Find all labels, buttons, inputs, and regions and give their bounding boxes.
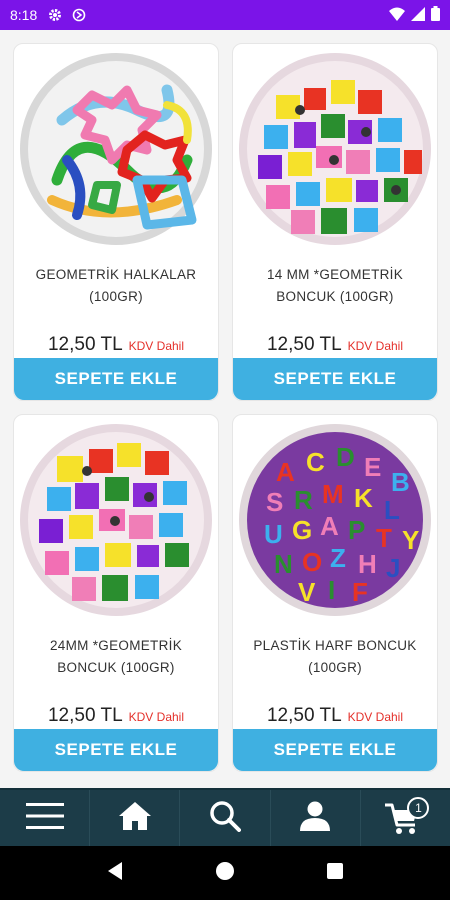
product-image-beads[interactable] bbox=[17, 421, 215, 619]
product-price: 12,50 TL bbox=[266, 334, 342, 355]
svg-text:C: C bbox=[306, 447, 325, 477]
account-icon[interactable] bbox=[299, 800, 331, 837]
product-image-beads[interactable] bbox=[236, 50, 434, 248]
svg-text:L: L bbox=[384, 495, 400, 525]
product-name[interactable]: 14 MM *GEOMETRİK BONCUK (100GR) bbox=[239, 264, 431, 312]
nav-menu[interactable] bbox=[0, 790, 91, 846]
signal-icon bbox=[411, 6, 425, 24]
product-name[interactable]: 24MM *GEOMETRİK BONCUK (100GR) bbox=[20, 635, 212, 683]
battery-icon bbox=[431, 6, 440, 24]
svg-text:J: J bbox=[386, 553, 400, 583]
svg-text:G: G bbox=[292, 515, 312, 545]
svg-text:H: H bbox=[358, 549, 377, 579]
nav-cart[interactable]: 1 bbox=[361, 790, 450, 846]
product-price: 12,50 TL bbox=[47, 705, 123, 726]
svg-text:P: P bbox=[348, 515, 365, 545]
svg-text:U: U bbox=[264, 519, 283, 549]
svg-text:K: K bbox=[354, 483, 373, 513]
settings-gear-icon bbox=[47, 7, 63, 23]
svg-text:Y: Y bbox=[402, 525, 419, 555]
recents-icon[interactable] bbox=[326, 862, 344, 885]
svg-text:R: R bbox=[294, 485, 313, 515]
svg-text:D: D bbox=[336, 442, 355, 472]
add-to-cart-button[interactable]: SEPETE EKLE bbox=[14, 729, 218, 771]
svg-text:S: S bbox=[266, 487, 283, 517]
product-card[interactable]: 24MM *GEOMETRİK BONCUK (100GR) 12,50 TL … bbox=[13, 414, 219, 772]
tax-label: KDV Dahil bbox=[347, 710, 403, 724]
tax-label: KDV Dahil bbox=[128, 339, 184, 353]
tax-label: KDV Dahil bbox=[128, 710, 184, 724]
svg-text:A: A bbox=[320, 511, 339, 541]
status-time: 8:18 bbox=[10, 7, 38, 23]
svg-text:N: N bbox=[274, 549, 293, 579]
svg-text:E: E bbox=[364, 452, 381, 482]
svg-text:M: M bbox=[322, 479, 344, 509]
home-circle-icon[interactable] bbox=[215, 861, 235, 886]
product-card[interactable]: GEOMETRİK HALKALAR (100GR) 12,50 TL KDV … bbox=[13, 43, 219, 401]
svg-text:O: O bbox=[302, 547, 322, 577]
search-icon[interactable] bbox=[209, 800, 241, 837]
wifi-icon bbox=[389, 7, 405, 24]
product-name[interactable]: PLASTİK HARF BONCUK (100GR) bbox=[239, 635, 431, 683]
product-price: 12,50 TL bbox=[47, 334, 123, 355]
product-card[interactable]: 14 MM *GEOMETRİK BONCUK (100GR) 12,50 TL… bbox=[232, 43, 438, 401]
product-card[interactable]: A C D E B S R M K L U G A P T Y N O Z H … bbox=[232, 414, 438, 772]
data-saver-icon bbox=[71, 7, 87, 23]
add-to-cart-button[interactable]: SEPETE EKLE bbox=[233, 729, 437, 771]
bottom-navigation: 1 bbox=[0, 788, 450, 846]
system-navigation-bar bbox=[0, 846, 450, 900]
product-image-rings[interactable] bbox=[17, 50, 215, 248]
back-icon[interactable] bbox=[106, 861, 124, 886]
product-name[interactable]: GEOMETRİK HALKALAR (100GR) bbox=[20, 264, 212, 312]
nav-home[interactable] bbox=[90, 790, 181, 846]
add-to-cart-button[interactable]: SEPETE EKLE bbox=[233, 358, 437, 400]
cart-icon[interactable]: 1 bbox=[383, 797, 430, 835]
svg-text:A: A bbox=[276, 457, 295, 487]
product-price: 12,50 TL bbox=[266, 705, 342, 726]
product-grid: GEOMETRİK HALKALAR (100GR) 12,50 TL KDV … bbox=[0, 30, 450, 788]
nav-account[interactable] bbox=[271, 790, 361, 846]
add-to-cart-button[interactable]: SEPETE EKLE bbox=[14, 358, 218, 400]
svg-text:V: V bbox=[298, 577, 316, 607]
svg-text:Z: Z bbox=[330, 543, 346, 573]
tax-label: KDV Dahil bbox=[347, 339, 403, 353]
product-image-letters[interactable]: A C D E B S R M K L U G A P T Y N O Z H … bbox=[236, 421, 434, 619]
status-bar: 8:18 bbox=[0, 0, 450, 30]
home-icon[interactable] bbox=[118, 801, 152, 836]
menu-icon[interactable] bbox=[25, 801, 64, 836]
svg-text:B: B bbox=[391, 467, 410, 497]
svg-text:I: I bbox=[328, 575, 335, 605]
svg-text:F: F bbox=[352, 577, 368, 607]
nav-search[interactable] bbox=[180, 790, 271, 846]
svg-text:T: T bbox=[376, 523, 392, 553]
